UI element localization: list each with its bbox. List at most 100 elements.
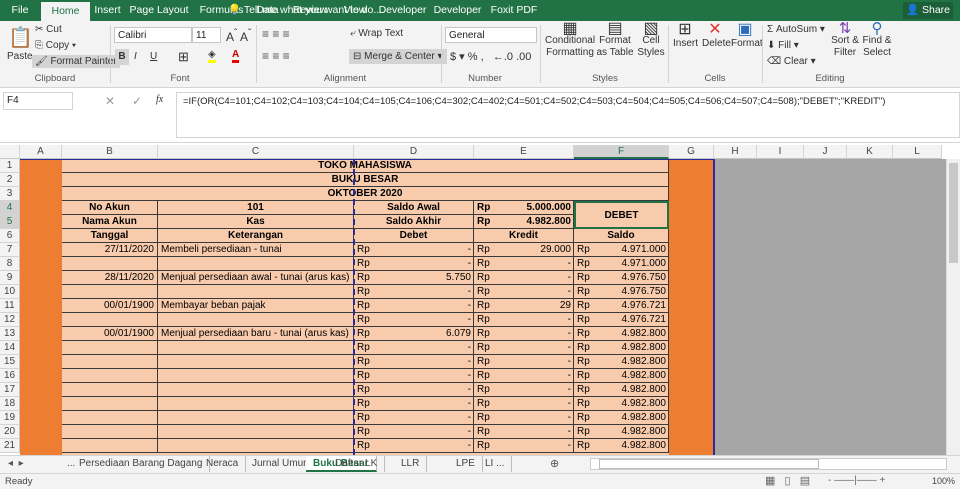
column-header-J[interactable]: J: [804, 145, 847, 159]
sort-filter-button[interactable]: ⇅ Sort & Filter: [830, 21, 860, 59]
name-box[interactable]: F4: [3, 92, 73, 110]
enter-icon[interactable]: ✓: [132, 94, 142, 108]
tell-me-box[interactable]: 💡 Tell me what you want to do...: [228, 3, 382, 16]
function-icon[interactable]: fx: [156, 94, 163, 105]
font-group-label: Font: [170, 73, 190, 84]
wrap-text-button[interactable]: ⤶ Wrap Text: [350, 28, 403, 39]
column-header-L[interactable]: L: [893, 145, 942, 159]
currency-symbol: Rp: [477, 328, 490, 339]
row-header-15[interactable]: 15: [0, 355, 20, 369]
row-header-2[interactable]: 2: [0, 173, 20, 187]
column-header-C[interactable]: C: [158, 145, 354, 159]
row-header-8[interactable]: 8: [0, 257, 20, 271]
currency-symbol: Rp: [477, 314, 490, 325]
font-name-select[interactable]: Calibri: [114, 27, 192, 43]
row-debet: -: [467, 398, 471, 409]
row-header-10[interactable]: 10: [0, 285, 20, 299]
row-debet: -: [467, 286, 471, 297]
row-header-14[interactable]: 14: [0, 341, 20, 355]
copy-button[interactable]: ⎘ Copy ▾: [35, 40, 76, 51]
sheet-tab-llr[interactable]: LLR: [394, 456, 428, 472]
ribbon-tab-foxit-pdf[interactable]: Foxit PDF: [485, 0, 543, 21]
ribbon-tab-insert[interactable]: Insert: [90, 0, 125, 21]
delete-button[interactable]: ✕ Delete: [702, 22, 731, 51]
row-header-6[interactable]: 6: [0, 229, 20, 243]
formula-input[interactable]: =IF(OR(C4=101;C4=102;C4=103;C4=104;C4=10…: [176, 92, 960, 138]
column-header-E[interactable]: E: [474, 145, 574, 159]
row-header-19[interactable]: 19: [0, 411, 20, 425]
column-header-H[interactable]: H: [714, 145, 757, 159]
find-select-button[interactable]: ⚲ Find & Select: [860, 21, 894, 59]
sheet-tab-persediaan-barang-dagang[interactable]: Persediaan Barang Dagang: [72, 456, 211, 472]
horizontal-scrollbar[interactable]: [590, 458, 947, 470]
borders-icon[interactable]: ⊞: [178, 49, 189, 65]
ribbon-tab-home[interactable]: Home: [41, 2, 90, 21]
font-size-select[interactable]: 11: [192, 27, 221, 43]
share-button[interactable]: 👤 Share: [903, 2, 953, 19]
ribbon-tab-developer[interactable]: Developer: [375, 0, 430, 21]
conditional-formatting-button[interactable]: ▦ Conditional Formatting: [545, 20, 595, 59]
ribbon-tab-file[interactable]: File: [0, 0, 40, 21]
cell-styles-button[interactable]: ▧ Cell Styles: [635, 21, 667, 59]
merge-center-button[interactable]: ⊟ Merge & Center ▾: [349, 49, 447, 64]
sheet-tab-neraca[interactable]: Neraca: [199, 456, 247, 472]
italic-button[interactable]: I: [134, 51, 137, 62]
row-header-18[interactable]: 18: [0, 397, 20, 411]
row-header-17[interactable]: 17: [0, 383, 20, 397]
column-header-G[interactable]: G: [669, 145, 714, 159]
row-header-12[interactable]: 12: [0, 313, 20, 327]
selected-cell-f4[interactable]: DEBET: [574, 201, 669, 229]
column-header-D[interactable]: D: [354, 145, 474, 159]
row-header-13[interactable]: 13: [0, 327, 20, 341]
add-sheet-icon[interactable]: ⊕: [550, 457, 559, 470]
sheet-tab-daftar-lk[interactable]: Daftar LK: [328, 456, 386, 472]
percent-button[interactable]: %: [468, 51, 478, 63]
row-header-1[interactable]: 1: [0, 159, 20, 173]
align-top-icons[interactable]: ≡ ≡ ≡: [262, 27, 290, 41]
sheet-nav-arrows[interactable]: ◂ ▸: [8, 458, 24, 469]
font-color-icon[interactable]: A: [232, 49, 240, 63]
ribbon-tab-developer[interactable]: Developer: [430, 0, 485, 21]
vertical-scrollbar[interactable]: [946, 159, 960, 455]
number-format-select[interactable]: General: [445, 27, 537, 43]
column-header-A[interactable]: A: [20, 145, 62, 159]
conditional-formatting-icon: ▦: [562, 20, 578, 37]
row-header-3[interactable]: 3: [0, 187, 20, 201]
number-format-buttons[interactable]: $ ▾ % , ←.0 .00: [450, 50, 531, 63]
column-header-F[interactable]: F: [574, 145, 669, 159]
row-header-11[interactable]: 11: [0, 299, 20, 313]
format-as-table-button[interactable]: ▤ Format as Table: [595, 21, 635, 59]
row-date: 28/11/2020: [62, 271, 158, 285]
comma-button[interactable]: ,: [481, 51, 484, 63]
bold-button[interactable]: B: [115, 49, 129, 65]
column-header-K[interactable]: K: [847, 145, 893, 159]
sheet-tab-li-[interactable]: LI ...: [478, 456, 513, 472]
select-all-corner[interactable]: [0, 145, 20, 159]
cut-button[interactable]: ✂ Cut: [35, 24, 62, 35]
clear-button[interactable]: ⌫ Clear ▾: [767, 56, 816, 67]
ribbon-tab-page-layout[interactable]: Page Layout: [125, 0, 193, 21]
zoom-slider[interactable]: - ——|—— +: [828, 475, 885, 486]
align-center-icons[interactable]: ≡ ≡ ≡: [262, 49, 290, 63]
column-header-I[interactable]: I: [757, 145, 804, 159]
insert-button[interactable]: ⊞ Insert: [673, 22, 698, 51]
row-header-9[interactable]: 9: [0, 271, 20, 285]
autosum-button[interactable]: Σ AutoSum ▾: [767, 24, 825, 35]
underline-button[interactable]: U: [150, 51, 157, 62]
grow-font-button[interactable]: Aˆ Aˇ: [226, 28, 251, 44]
row-header-21[interactable]: 21: [0, 439, 20, 453]
paste-icon: 📋: [8, 27, 33, 49]
row-header-20[interactable]: 20: [0, 425, 20, 439]
row-header-7[interactable]: 7: [0, 243, 20, 257]
column-header-B[interactable]: B: [62, 145, 158, 159]
row-header-4[interactable]: 4: [0, 201, 20, 215]
format-painter-button[interactable]: 🖌 Format Painter: [32, 55, 120, 68]
paste-button[interactable]: Paste: [7, 51, 33, 62]
fill-color-icon[interactable]: ◈: [208, 49, 216, 63]
row-header-5[interactable]: 5: [0, 215, 20, 229]
fill-button[interactable]: ⬇ Fill ▾: [767, 40, 799, 51]
format-button[interactable]: ▣ Format: [731, 22, 763, 51]
view-buttons[interactable]: ▦ ▯ ▤: [765, 474, 810, 487]
cancel-icon[interactable]: ✕: [105, 94, 115, 108]
row-header-16[interactable]: 16: [0, 369, 20, 383]
